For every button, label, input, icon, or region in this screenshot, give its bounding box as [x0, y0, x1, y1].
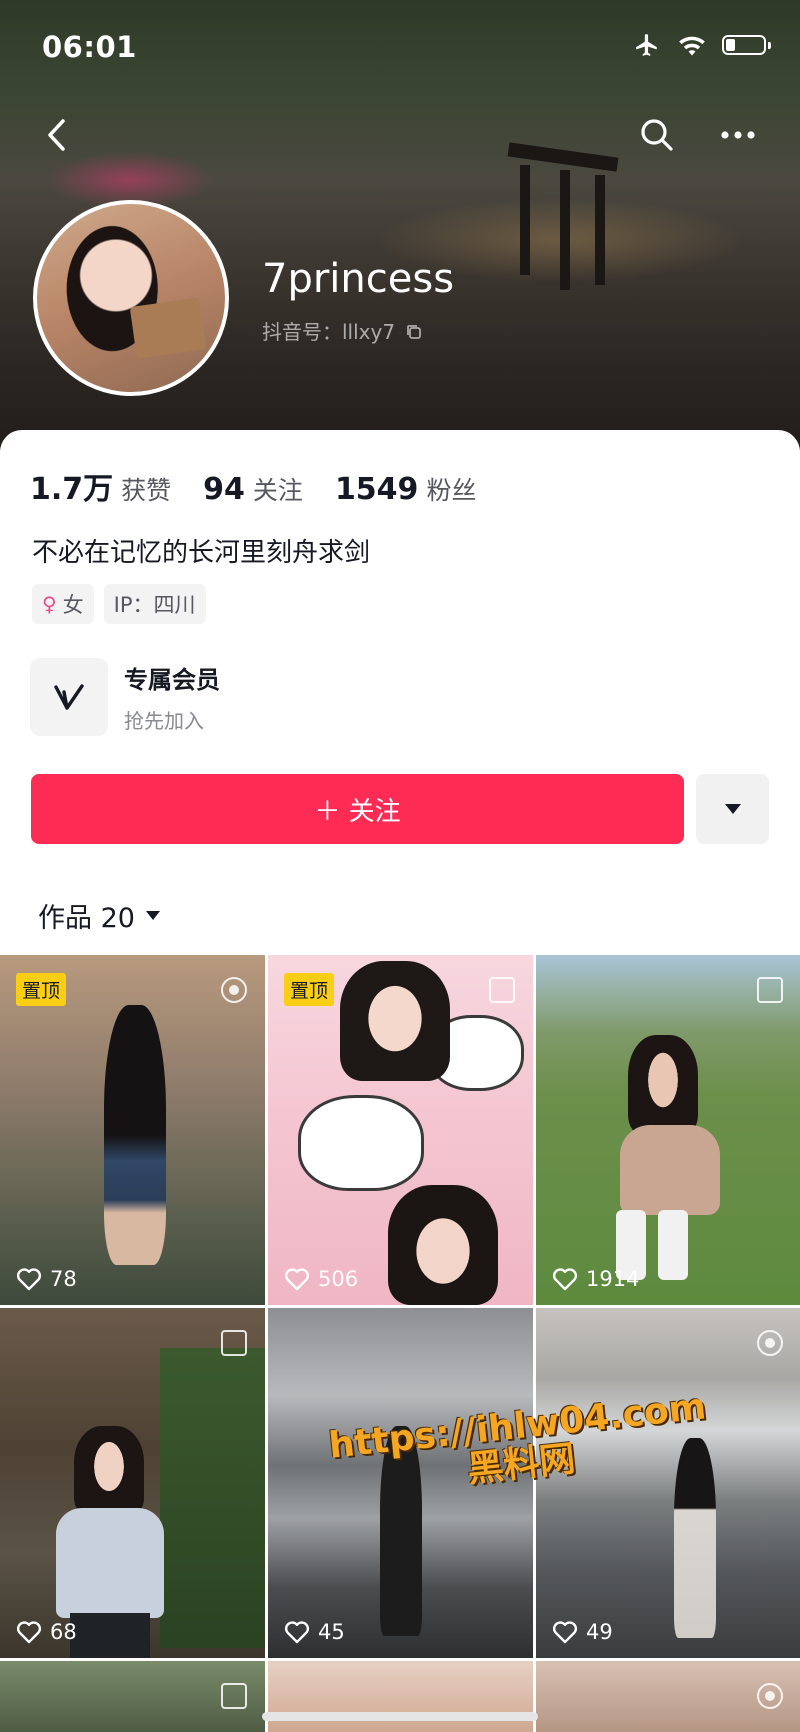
video-item[interactable]: 置顶 506 — [268, 955, 533, 1305]
battery-icon — [722, 35, 771, 55]
heart-icon — [16, 1268, 42, 1291]
heart-icon — [552, 1621, 578, 1644]
works-tab-label: 作品 20 — [38, 903, 135, 934]
video-item[interactable] — [0, 1661, 265, 1732]
following-count[interactable]: 94 — [203, 472, 245, 507]
video-item[interactable]: 1914 — [536, 955, 800, 1305]
video-likes-count: 1914 — [586, 1267, 640, 1291]
video-likes: 49 — [552, 1620, 613, 1644]
member-entry[interactable]: 专属会员 抢先加入 — [30, 658, 220, 736]
username: 7princess — [262, 256, 455, 302]
video-likes: 1914 — [552, 1267, 639, 1291]
female-icon: ♀ — [42, 592, 57, 616]
live-photo-icon — [221, 977, 247, 1003]
member-icon — [30, 658, 108, 736]
search-icon[interactable] — [640, 118, 674, 152]
member-subtitle: 抢先加入 — [124, 709, 204, 733]
heart-icon — [284, 1268, 310, 1291]
caret-down-icon — [724, 804, 741, 814]
more-dropdown-button[interactable] — [696, 774, 769, 844]
douyin-id-text: 抖音号：lllxy7 — [262, 320, 396, 344]
image-set-icon — [221, 1683, 247, 1709]
stats-row: 1.7万 获赞 94 关注 1549 粉丝 — [30, 464, 508, 508]
airplane-icon — [636, 34, 657, 56]
bio: 不必在记忆的长河里刻舟求剑 — [32, 538, 371, 568]
avatar[interactable] — [33, 200, 229, 396]
video-likes-count: 45 — [318, 1620, 345, 1644]
copy-icon[interactable] — [405, 323, 423, 341]
image-set-icon — [757, 977, 783, 1003]
status-time: 06:01 — [42, 30, 137, 64]
douyin-id: 抖音号：lllxy7 — [262, 316, 423, 345]
profile-tags: ♀ 女 IP：四川 — [32, 584, 206, 624]
video-likes-count: 49 — [586, 1620, 613, 1644]
pinned-badge: 置顶 — [284, 973, 335, 1006]
video-item[interactable] — [536, 1661, 800, 1732]
likes-count[interactable]: 1.7万 — [30, 464, 113, 508]
video-item[interactable] — [268, 1661, 533, 1732]
back-icon[interactable] — [46, 118, 68, 152]
follow-button[interactable]: ＋ 关注 — [31, 774, 684, 844]
caret-down-icon — [145, 911, 160, 920]
member-title: 专属会员 — [124, 666, 220, 694]
video-likes: 506 — [284, 1267, 358, 1291]
ip-label: IP：四川 — [113, 593, 196, 617]
wifi-icon — [679, 36, 705, 56]
video-likes-count: 506 — [318, 1267, 359, 1291]
heart-icon — [284, 1621, 310, 1644]
video-likes-count: 78 — [50, 1267, 77, 1291]
home-indicator — [262, 1712, 538, 1721]
following-label: 关注 — [252, 476, 303, 505]
gender-tag: ♀ 女 — [32, 584, 94, 624]
live-photo-icon — [757, 1330, 783, 1356]
tab-works[interactable]: 作品 20 — [38, 896, 161, 935]
live-photo-icon — [757, 1683, 783, 1709]
image-set-icon — [489, 977, 515, 1003]
ip-tag: IP：四川 — [103, 584, 206, 624]
image-set-icon — [221, 1330, 247, 1356]
video-item[interactable]: 置顶 78 — [0, 955, 265, 1305]
heart-icon — [552, 1268, 578, 1291]
video-item[interactable]: 68 — [0, 1308, 265, 1658]
video-likes: 78 — [16, 1267, 77, 1291]
gender-label: 女 — [62, 593, 84, 617]
heart-icon — [16, 1621, 42, 1644]
more-options-icon[interactable] — [720, 130, 756, 140]
followers-count[interactable]: 1549 — [335, 472, 419, 507]
status-icons — [632, 32, 771, 58]
video-likes-count: 68 — [50, 1620, 77, 1644]
video-likes: 68 — [16, 1620, 77, 1644]
pinned-badge: 置顶 — [16, 973, 67, 1006]
likes-label: 获赞 — [121, 476, 172, 505]
followers-label: 粉丝 — [426, 476, 477, 505]
video-likes: 45 — [284, 1620, 345, 1644]
video-item[interactable]: 49 — [536, 1308, 800, 1658]
